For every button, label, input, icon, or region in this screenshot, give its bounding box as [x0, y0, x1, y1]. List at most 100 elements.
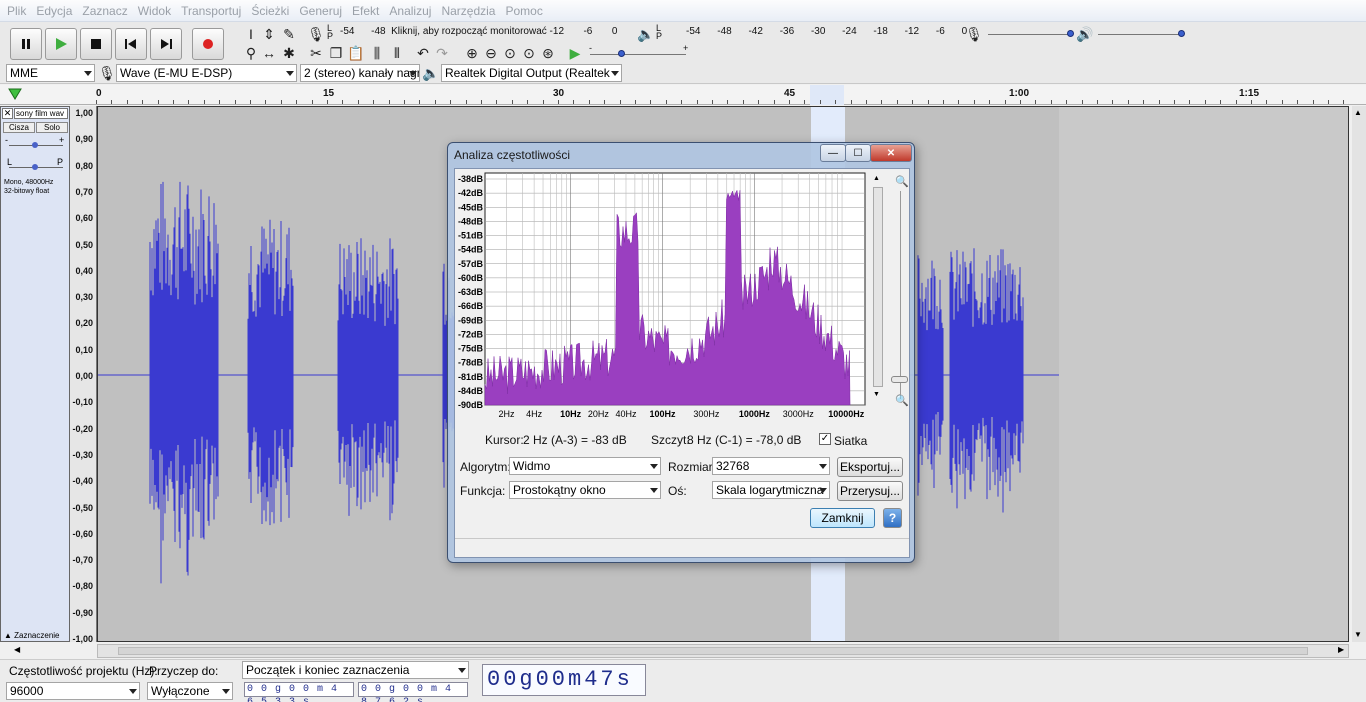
plot-scroll-thumb[interactable]: [873, 187, 883, 387]
ruler-tick: [835, 100, 836, 104]
menu-item[interactable]: Efekt: [347, 0, 384, 22]
menu-item[interactable]: Analizuj: [384, 0, 436, 22]
spectrum-plot[interactable]: -38dB -42dB -45dB -48dB -51dB -54dB -57dB -60dB…: [455, 169, 875, 424]
zoom-toggle-icon[interactable]: ⊛: [539, 44, 557, 62]
selection-start-time[interactable]: 0 0 g 0 0 m 4 6.5 3 3 s: [244, 682, 354, 702]
speaker-icon[interactable]: 🔈: [637, 25, 655, 43]
paste-icon[interactable]: 📋: [347, 44, 365, 62]
timeshift-tool-icon[interactable]: ↔: [260, 44, 278, 62]
recording-channels-combo[interactable]: 2 (stereo) kanały nagr: [300, 64, 420, 82]
close-track-icon[interactable]: ✕: [2, 108, 13, 119]
menu-item[interactable]: Ścieżki: [246, 0, 294, 22]
ruler-tick: [1128, 100, 1129, 104]
silence-icon[interactable]: ⫴: [388, 44, 406, 62]
stop-button[interactable]: [80, 28, 112, 60]
menu-item[interactable]: Generuj: [294, 0, 347, 22]
menu-item[interactable]: Transportuj: [176, 0, 246, 22]
menu-item[interactable]: Edycja: [31, 0, 77, 22]
menu-item[interactable]: Narzędzia: [436, 0, 500, 22]
vertical-zoom-thumb[interactable]: [891, 376, 908, 383]
zoom-in-icon[interactable]: ⊕: [463, 44, 481, 62]
recording-volume-slider[interactable]: [988, 34, 1073, 35]
scroll-down-icon[interactable]: ▼: [1354, 630, 1362, 639]
fit-project-icon[interactable]: ⊙: [520, 44, 538, 62]
menu-item[interactable]: Plik: [2, 0, 31, 22]
audio-position-time[interactable]: 00g00m47s: [482, 664, 646, 696]
grid-checkbox[interactable]: ✓: [819, 433, 831, 445]
plot-scrollbar[interactable]: ▲ ▼: [873, 175, 883, 401]
play-head-icon[interactable]: [8, 88, 22, 100]
horizontal-scrollbar[interactable]: ◀ ▶: [14, 644, 1349, 658]
zoom-in-spectrum-icon[interactable]: 🔍: [895, 175, 909, 188]
audio-host-combo[interactable]: MME: [6, 64, 95, 82]
algorithm-combo[interactable]: Widmo: [509, 457, 661, 475]
pause-button[interactable]: [10, 28, 42, 60]
play-button[interactable]: [45, 28, 77, 60]
close-icon[interactable]: ✕: [870, 144, 912, 162]
axis-combo[interactable]: Skala logarytmiczna: [712, 481, 830, 499]
multi-tool-icon[interactable]: ✱: [280, 44, 298, 62]
zoom-tool-icon[interactable]: ⚲: [242, 44, 260, 62]
cut-icon[interactable]: ✂: [307, 44, 325, 62]
pause-icon: [22, 39, 30, 49]
record-meter-scale[interactable]: -54 -48 Kliknij, aby rozpocząć monitorow…: [340, 26, 617, 37]
skip-end-button[interactable]: [150, 28, 182, 60]
play-speed-thumb[interactable]: [618, 50, 625, 57]
vertical-scrollbar[interactable]: ▲ ▼: [1352, 106, 1366, 642]
zoom-out-spectrum-icon[interactable]: 🔍: [895, 394, 909, 407]
size-combo[interactable]: 32768: [712, 457, 830, 475]
selection-mode-combo[interactable]: Początek i koniec zaznaczenia: [242, 661, 469, 679]
selection-tool-icon[interactable]: I: [242, 25, 260, 43]
export-button[interactable]: Eksportuj...: [837, 457, 903, 477]
pan-slider-thumb[interactable]: [32, 164, 38, 170]
playback-volume-slider[interactable]: [1098, 34, 1183, 35]
recording-device-combo[interactable]: Wave (E-MU E-DSP): [116, 64, 297, 82]
close-button[interactable]: Zamknij: [810, 508, 875, 528]
minimize-icon[interactable]: —: [820, 144, 846, 162]
gain-slider-thumb[interactable]: [32, 142, 38, 148]
play-meter-scale[interactable]: -54 -48 -42 -36 -30 -24 -18 -12 -6 0: [686, 26, 967, 37]
playback-device-combo[interactable]: Realtek Digital Output (Realtek: [441, 64, 622, 82]
function-combo[interactable]: Prostokątny okno: [509, 481, 661, 499]
scroll-up-icon[interactable]: ▲: [1354, 108, 1362, 117]
ruler-tick: [635, 100, 636, 104]
maximize-icon[interactable]: ☐: [845, 144, 871, 162]
record-button[interactable]: [192, 28, 224, 60]
grid-label: Siatka: [834, 434, 868, 448]
plot-scroll-up-icon[interactable]: ▲: [873, 175, 880, 182]
redo-icon[interactable]: ↷: [433, 44, 451, 62]
vertical-zoom-slider[interactable]: [900, 191, 901, 399]
playback-volume-thumb[interactable]: [1178, 30, 1185, 37]
copy-icon[interactable]: ❐: [327, 44, 345, 62]
replot-button[interactable]: Przerysuj...: [837, 481, 903, 501]
draw-tool-icon[interactable]: ✎: [280, 25, 298, 43]
ruler-tick: [866, 100, 867, 104]
zoom-out-icon[interactable]: ⊖: [482, 44, 500, 62]
snap-to-combo[interactable]: Wyłączone: [147, 682, 233, 700]
project-rate-combo[interactable]: 96000: [6, 682, 140, 700]
mute-button[interactable]: Cisza: [3, 122, 35, 133]
plot-scroll-down-icon[interactable]: ▼: [873, 391, 880, 398]
scroll-left-icon[interactable]: ◀: [14, 645, 20, 654]
select-track-button[interactable]: ▲ Zaznaczenie: [4, 631, 60, 640]
play-speed-slider[interactable]: [590, 54, 686, 55]
play-at-speed-icon[interactable]: ▶: [566, 44, 584, 62]
scroll-right-icon[interactable]: ▶: [1338, 645, 1344, 654]
menu-item[interactable]: Widok: [133, 0, 176, 22]
menu-item[interactable]: Pomoc: [500, 0, 547, 22]
recording-volume-thumb[interactable]: [1067, 30, 1074, 37]
solo-button[interactable]: Solo: [36, 122, 68, 133]
ruler-tick: [666, 100, 667, 104]
scroll-thumb[interactable]: [118, 647, 1308, 655]
help-button[interactable]: ?: [883, 508, 902, 528]
envelope-tool-icon[interactable]: ⇕: [260, 25, 278, 43]
trim-icon[interactable]: ⫼: [368, 44, 386, 62]
skip-start-button[interactable]: [115, 28, 147, 60]
microphone-icon[interactable]: 🎙: [307, 25, 325, 43]
menu-item[interactable]: Zaznacz: [77, 0, 132, 22]
track-name-button[interactable]: sony film wav: [14, 108, 68, 119]
fit-selection-icon[interactable]: ⊙: [501, 44, 519, 62]
selection-end-time[interactable]: 0 0 g 0 0 m 4 8.7 6 2 s: [358, 682, 468, 702]
undo-icon[interactable]: ↶: [414, 44, 432, 62]
timeline-ruler[interactable]: 0 15 30 45 1:00 1:15: [0, 85, 1366, 105]
